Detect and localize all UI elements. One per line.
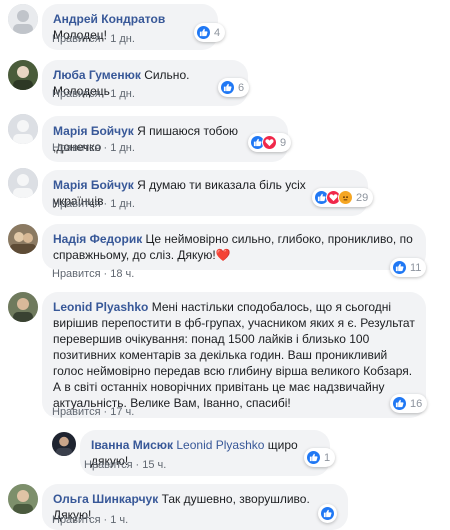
timestamp[interactable]: 1 ч. (110, 514, 128, 526)
timestamp[interactable]: 17 ч. (110, 406, 134, 418)
timestamp[interactable]: 1 дн. (110, 142, 135, 154)
comment-author[interactable]: Надія Федорик (53, 232, 142, 246)
timestamp[interactable]: 1 дн. (110, 33, 135, 45)
comment-meta: Нравится · 17 ч. (52, 406, 135, 418)
avatar[interactable] (8, 4, 38, 34)
comment-author[interactable]: Андрей Кондратов (53, 12, 165, 26)
comment-bubble: Leonid Plyashko Мені настільки сподобало… (42, 292, 426, 418)
love-icon (262, 135, 277, 150)
like-icon (306, 450, 321, 465)
comment-meta: Нравится · 1 ч. (52, 514, 129, 526)
avatar[interactable] (8, 168, 38, 198)
reaction-count: 1 (324, 451, 331, 464)
reactions-summary[interactable]: 9 (248, 133, 292, 152)
comment-bubble: Надія Федорик Це неймовірно сильно, глиб… (42, 224, 426, 270)
like-link[interactable]: Нравится (52, 198, 101, 210)
like-icon (220, 80, 235, 95)
comment-meta: Нравится · 1 дн. (52, 33, 135, 45)
avatar[interactable] (8, 224, 38, 254)
comment-text: Мені настільки сподобалось, що я сьогодн… (53, 300, 415, 410)
reaction-count: 6 (238, 81, 245, 94)
comment-meta: Нравится · 18 ч. (52, 268, 135, 280)
timestamp[interactable]: 1 дн. (110, 88, 135, 100)
like-link[interactable]: Нравится (52, 514, 101, 526)
like-link[interactable]: Нравится (52, 33, 101, 45)
comment-author[interactable]: Leonid Plyashko (53, 300, 148, 314)
like-link[interactable]: Нравится (84, 459, 133, 471)
comment-meta: Нравится · 15 ч. (84, 459, 167, 471)
timestamp[interactable]: 1 дн. (110, 198, 135, 210)
avatar[interactable] (8, 292, 38, 322)
like-link[interactable]: Нравится (52, 142, 101, 154)
comment-meta: Нравится · 1 дн. (52, 88, 135, 100)
avatar[interactable] (52, 432, 76, 456)
comment-meta: Нравится · 1 дн. (52, 198, 135, 210)
reaction-count: 29 (356, 191, 369, 204)
reaction-count: 16 (410, 397, 423, 410)
like-link[interactable]: Нравится (52, 268, 101, 280)
comment-author[interactable]: Ольга Шинкарчук (53, 492, 158, 506)
reactions-summary[interactable]: 29 (312, 188, 374, 207)
comment-meta: Нравится · 1 дн. (52, 142, 135, 154)
reaction-count: 11 (410, 261, 422, 274)
like-link[interactable]: Нравится (52, 406, 101, 418)
avatar[interactable] (8, 484, 38, 514)
mention-link[interactable]: Leonid Plyashko (176, 438, 264, 452)
comment-author[interactable]: Іванна Мисюк (91, 438, 173, 452)
reactions-summary[interactable]: 1 (304, 448, 336, 467)
reactions-summary[interactable]: 11 (390, 258, 427, 277)
reactions-summary[interactable]: 16 (390, 394, 428, 413)
comment-author[interactable]: Марія Бойчук (53, 124, 134, 138)
avatar[interactable] (8, 60, 38, 90)
reaction-count: 9 (280, 136, 287, 149)
reactions-summary[interactable]: 6 (218, 78, 250, 97)
like-icon (320, 506, 335, 521)
timestamp[interactable]: 18 ч. (110, 268, 134, 280)
reaction-count: 4 (214, 26, 221, 39)
timestamp[interactable]: 15 ч. (142, 459, 166, 471)
reactions-summary[interactable] (318, 504, 337, 523)
reactions-summary[interactable]: 4 (194, 23, 226, 42)
like-icon (392, 260, 407, 275)
avatar[interactable] (8, 114, 38, 144)
like-icon (392, 396, 407, 411)
like-link[interactable]: Нравится (52, 88, 101, 100)
like-icon (196, 25, 211, 40)
comment-author[interactable]: Люба Гуменюк (53, 68, 141, 82)
comment-author[interactable]: Марія Бойчук (53, 178, 134, 192)
angry-icon (338, 190, 353, 205)
